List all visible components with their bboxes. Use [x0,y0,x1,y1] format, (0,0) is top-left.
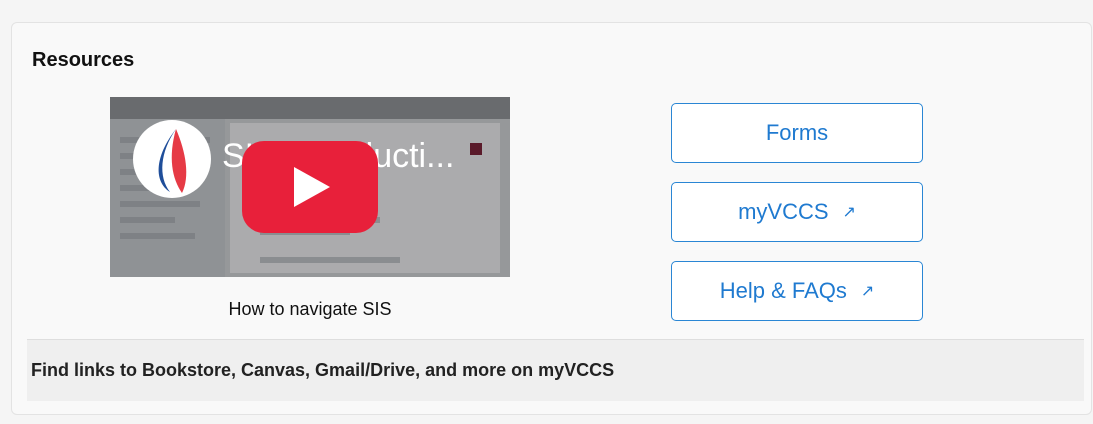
external-link-icon: ↗ [842,204,856,221]
video-caption: How to navigate SIS [228,299,392,319]
myvccs-button[interactable]: myVCCS ↗ [671,182,923,242]
resources-title: Resources [32,49,135,71]
youtube-play-icon[interactable] [242,141,378,233]
help-faqs-button[interactable]: Help & FAQs ↗ [671,261,923,321]
help-faqs-button-label: Help & FAQs [719,278,847,303]
forms-button[interactable]: Forms [671,103,923,163]
vccs-logo-icon [133,120,211,198]
footer-note: Find links to Bookstore, Canvas, Gmail/D… [27,339,1084,401]
forms-button-label: Forms [765,120,829,145]
resources-card: Resources SIS Introducti... [11,22,1092,415]
myvccs-button-label: myVCCS [738,199,829,224]
footer-text: Find links to Bookstore, Canvas, Gmail/D… [31,360,615,380]
external-link-icon: ↗ [860,283,875,300]
video-thumbnail[interactable]: SIS Introducti... [110,97,510,277]
